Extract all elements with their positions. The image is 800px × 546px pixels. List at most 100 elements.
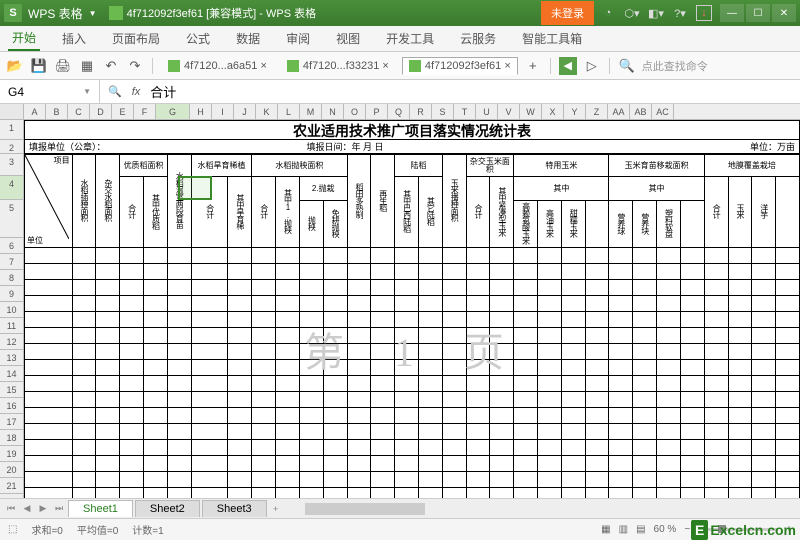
col-header[interactable]: AA (608, 104, 630, 119)
row-header[interactable]: 7 (0, 254, 24, 270)
view-pagebreak-icon[interactable]: ▤ (636, 524, 645, 535)
menu-data[interactable]: 数据 (232, 27, 264, 50)
search-icon[interactable]: 🔍 (618, 57, 636, 75)
row-header[interactable]: 9 (0, 286, 24, 302)
sheet-tab-3[interactable]: Sheet3 (202, 500, 267, 517)
row-header[interactable]: 19 (0, 446, 24, 462)
fx-icon[interactable]: fx (132, 86, 141, 98)
record-icon[interactable]: ⬚ (8, 524, 17, 535)
row-header[interactable]: 15 (0, 382, 24, 398)
print-icon[interactable]: 🖨 (54, 57, 72, 75)
grid[interactable]: 农业适用技术推广项目落实情况统计表 填报单位（公章）： 填报日间：年 月 日 单… (24, 120, 800, 498)
skin-icon[interactable]: ◧▾ (648, 5, 664, 21)
doc-tab-2[interactable]: 4f7120...f33231 × (280, 57, 396, 75)
col-header[interactable]: F (134, 104, 156, 119)
row-header[interactable]: 12 (0, 334, 24, 350)
sync-icon[interactable]: ◔ (600, 5, 616, 21)
col-header[interactable]: N (322, 104, 344, 119)
menu-devtools[interactable]: 开发工具 (382, 27, 438, 50)
col-header[interactable]: Z (586, 104, 608, 119)
open-icon[interactable]: 📂 (6, 57, 24, 75)
row-header[interactable]: 14 (0, 366, 24, 382)
menu-pagelayout[interactable]: 页面布局 (108, 27, 164, 50)
row-header[interactable]: 3 (0, 154, 24, 176)
new-sheet-button[interactable]: + (269, 504, 283, 514)
sheet-tab-1[interactable]: Sheet1 (68, 500, 133, 517)
sheet-tab-2[interactable]: Sheet2 (135, 500, 200, 517)
col-header[interactable]: AC (652, 104, 674, 119)
col-header[interactable]: R (410, 104, 432, 119)
col-header[interactable]: H (190, 104, 212, 119)
view-pagelayout-icon[interactable]: ▥ (619, 524, 628, 535)
close-button[interactable]: ✕ (772, 4, 796, 22)
undo-icon[interactable]: ↶ (102, 57, 120, 75)
col-header[interactable]: A (24, 104, 46, 119)
app-menu-dropdown[interactable]: ▼ (89, 9, 97, 18)
view-normal-icon[interactable]: ▦ (601, 524, 610, 535)
sheet-nav-last[interactable]: ⏭ (52, 503, 66, 514)
share-icon[interactable]: ⬡▾ (624, 5, 640, 21)
zoom-out-button[interactable]: − (684, 524, 690, 535)
menu-cloud[interactable]: 云服务 (456, 27, 500, 50)
sheet-nav-prev[interactable]: ◀ (20, 503, 34, 514)
zoom-level[interactable]: 60 % (654, 524, 677, 535)
col-header[interactable]: S (432, 104, 454, 119)
menu-start[interactable]: 开始 (8, 26, 40, 51)
col-header[interactable]: AB (630, 104, 652, 119)
horizontal-scrollbar[interactable] (305, 503, 796, 515)
row-header[interactable]: 13 (0, 350, 24, 366)
row-header[interactable]: 4 (0, 176, 24, 200)
col-header[interactable]: M (300, 104, 322, 119)
row-header[interactable]: 17 (0, 414, 24, 430)
row-header[interactable]: 10 (0, 302, 24, 318)
new-tab-button[interactable]: + (524, 57, 542, 75)
row-header[interactable]: 16 (0, 398, 24, 414)
select-all-corner[interactable] (0, 104, 24, 119)
row-header[interactable]: 8 (0, 270, 24, 286)
feedback-icon[interactable]: ↓ (696, 5, 712, 21)
login-button[interactable]: 未登录 (541, 1, 594, 25)
col-header[interactable]: O (344, 104, 366, 119)
col-header[interactable]: P (366, 104, 388, 119)
row-header[interactable]: 11 (0, 318, 24, 334)
col-header[interactable]: U (476, 104, 498, 119)
col-header[interactable]: I (212, 104, 234, 119)
row-header[interactable]: 18 (0, 430, 24, 446)
col-header[interactable]: D (90, 104, 112, 119)
col-header[interactable]: V (498, 104, 520, 119)
name-box[interactable]: G4▼ (0, 80, 100, 103)
col-header[interactable]: X (542, 104, 564, 119)
sheet-nav-next[interactable]: ▶ (36, 503, 50, 514)
menu-review[interactable]: 审阅 (282, 27, 314, 50)
col-header[interactable]: T (454, 104, 476, 119)
col-header[interactable]: Y (564, 104, 586, 119)
col-header[interactable]: L (278, 104, 300, 119)
formula-input[interactable]: 合计 (150, 82, 176, 101)
row-header[interactable]: 1 (0, 120, 24, 140)
maximize-button[interactable]: ☐ (746, 4, 770, 22)
row-header[interactable]: 5 (0, 200, 24, 238)
row-header[interactable]: 22 (0, 494, 24, 498)
col-header[interactable]: C (68, 104, 90, 119)
col-header[interactable]: E (112, 104, 134, 119)
menu-view[interactable]: 视图 (332, 27, 364, 50)
command-search[interactable]: 点此查找命令 (642, 58, 794, 74)
row-header[interactable]: 2 (0, 140, 24, 154)
doc-tab-3[interactable]: 4f712092f3ef61 × (402, 57, 518, 75)
nav-next-icon[interactable]: ▷ (583, 57, 601, 75)
sheet-nav-first[interactable]: ⏮ (4, 503, 18, 514)
col-header[interactable]: W (520, 104, 542, 119)
row-header[interactable]: 6 (0, 238, 24, 254)
nav-prev-button[interactable]: ◀ (559, 57, 577, 75)
menu-insert[interactable]: 插入 (58, 27, 90, 50)
row-header[interactable]: 20 (0, 462, 24, 478)
col-header[interactable]: J (234, 104, 256, 119)
col-header[interactable]: G (156, 104, 190, 119)
fx-search-icon[interactable]: 🔍 (108, 85, 122, 98)
menu-smarttools[interactable]: 智能工具箱 (518, 27, 586, 50)
help-icon[interactable]: ?▾ (672, 5, 688, 21)
preview-icon[interactable]: ▦ (78, 57, 96, 75)
minimize-button[interactable]: — (720, 4, 744, 22)
row-header[interactable]: 21 (0, 478, 24, 494)
doc-tab-1[interactable]: 4f7120...a6a51 × (161, 57, 274, 75)
